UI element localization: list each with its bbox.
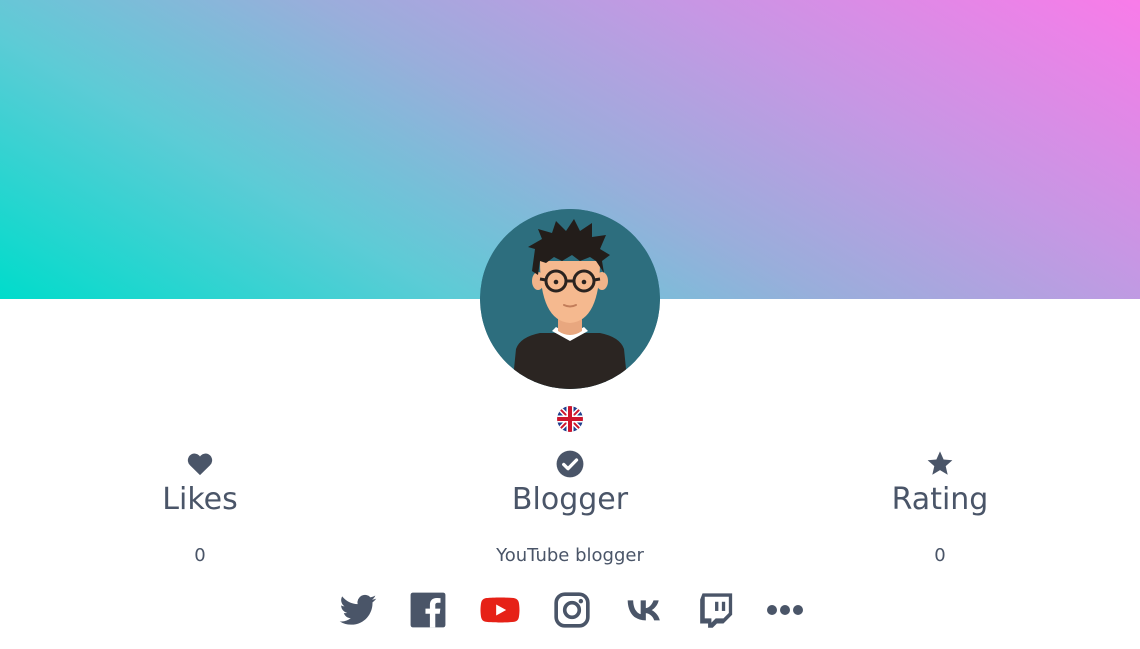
more-dots-icon [767, 605, 803, 615]
profile-avatar[interactable] [480, 209, 660, 389]
twitter-link[interactable] [338, 590, 378, 630]
stat-likes: Likes 0 [50, 450, 350, 568]
likes-label: Likes [162, 482, 238, 517]
vk-link[interactable] [624, 590, 664, 630]
youtube-icon [480, 597, 520, 623]
blogger-label: Blogger [511, 482, 629, 517]
instagram-link[interactable] [552, 590, 592, 630]
youtube-link[interactable] [480, 590, 520, 630]
facebook-icon [410, 592, 446, 628]
instagram-icon [554, 592, 590, 628]
star-icon [927, 451, 953, 475]
rating-label: Rating [891, 482, 989, 517]
likes-value: 0 [194, 545, 206, 566]
avatar-illustration-icon [480, 209, 660, 389]
facebook-link[interactable] [408, 590, 448, 630]
more-link[interactable] [765, 590, 805, 630]
check-circle-icon [556, 450, 584, 478]
twitch-link[interactable] [696, 590, 736, 630]
blogger-type: YouTube blogger [496, 545, 644, 566]
rating-value: 0 [934, 545, 946, 566]
stat-blogger: Blogger YouTube blogger [420, 450, 720, 568]
social-links [0, 590, 1140, 630]
twitter-icon [339, 594, 377, 625]
uk-flag-icon [557, 406, 583, 432]
heart-icon [187, 453, 213, 476]
twitch-icon [700, 593, 733, 628]
stat-rating: Rating 0 [790, 450, 1090, 568]
vk-icon [627, 600, 660, 621]
